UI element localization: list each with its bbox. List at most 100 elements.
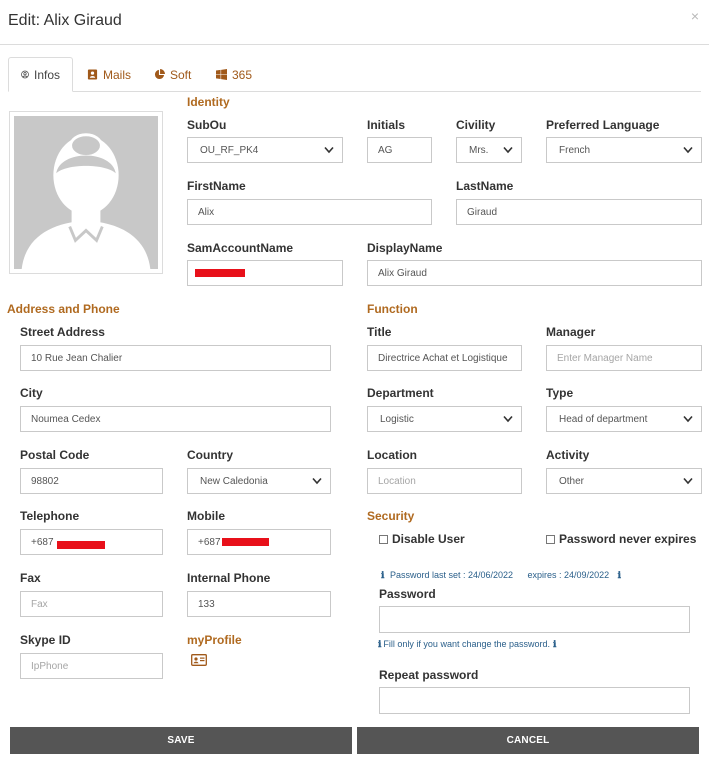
- tab-infos[interactable]: Infos: [8, 57, 73, 92]
- lastname-label: LastName: [456, 179, 514, 193]
- redaction-mark: [57, 541, 105, 549]
- windows-logo-icon: [216, 69, 227, 80]
- info-icon: ℹ: [553, 639, 557, 649]
- street-input[interactable]: 10 Rue Jean Chalier: [20, 345, 331, 371]
- subou-select[interactable]: OU_RF_PK4: [187, 137, 343, 163]
- chevron-down-icon: [324, 146, 334, 154]
- lastname-input[interactable]: Giraud: [456, 199, 702, 225]
- civility-label: Civility: [456, 118, 496, 132]
- location-input[interactable]: Location: [367, 468, 522, 494]
- language-select[interactable]: French: [546, 137, 702, 163]
- cancel-button[interactable]: CANCEL: [357, 727, 699, 754]
- skype-id-label: Skype ID: [20, 633, 71, 647]
- fax-input[interactable]: Fax: [20, 591, 163, 617]
- tab-soft[interactable]: Soft: [142, 57, 203, 92]
- redaction-mark: [195, 269, 245, 277]
- chevron-down-icon: [683, 146, 693, 154]
- subou-value: OU_RF_PK4: [200, 144, 259, 156]
- password-never-expires-label: Password never expires: [559, 532, 697, 546]
- civility-value: Mrs.: [469, 144, 489, 156]
- password-never-expires-checkbox[interactable]: Password never expires: [546, 532, 696, 546]
- firstname-input[interactable]: Alix: [187, 199, 432, 225]
- displayname-input[interactable]: Alix Giraud: [367, 260, 702, 286]
- chevron-down-icon: [683, 415, 693, 423]
- initials-input[interactable]: AG: [367, 137, 432, 163]
- internal-phone-input[interactable]: 133: [187, 591, 331, 617]
- modal-title: Edit: Alix Giraud: [8, 12, 122, 29]
- telephone-label: Telephone: [20, 509, 80, 523]
- password-expires: expires : 24/09/2022: [527, 570, 610, 580]
- section-address-phone: Address and Phone: [7, 302, 120, 316]
- user-placeholder-icon: [14, 116, 158, 269]
- user-circle-icon: [21, 70, 29, 79]
- country-value: New Caledonia: [200, 475, 268, 487]
- tab-365-label: 365: [232, 67, 253, 82]
- pie-chart-icon: [154, 69, 165, 80]
- title-input[interactable]: Directrice Achat et Logistique: [367, 345, 522, 371]
- activity-label: Activity: [546, 448, 590, 462]
- department-select[interactable]: Logistic: [367, 406, 522, 432]
- mobile-label: Mobile: [187, 509, 225, 523]
- info-icon: ℹ: [617, 570, 622, 580]
- country-select[interactable]: New Caledonia: [187, 468, 331, 494]
- repeat-password-input[interactable]: [379, 687, 690, 714]
- contact-card-icon: [87, 69, 98, 80]
- save-button[interactable]: SAVE: [10, 727, 352, 754]
- chevron-down-icon: [683, 477, 693, 485]
- info-icon: ℹ: [378, 639, 382, 649]
- info-icon: ℹ: [381, 570, 385, 580]
- title-label: Title: [367, 325, 392, 339]
- fax-label: Fax: [20, 571, 41, 585]
- close-icon[interactable]: ×: [691, 8, 699, 24]
- tab-mails[interactable]: Mails: [75, 57, 143, 92]
- user-avatar[interactable]: [9, 111, 163, 274]
- department-value: Logistic: [380, 413, 414, 425]
- password-hint: ℹ Fill only if you want change the passwo…: [378, 639, 556, 650]
- disable-user-checkbox[interactable]: Disable User: [379, 532, 465, 546]
- id-card-icon[interactable]: [191, 654, 207, 666]
- tab-365[interactable]: 365: [204, 57, 264, 92]
- city-input[interactable]: Noumea Cedex: [20, 406, 331, 432]
- activity-select[interactable]: Other: [546, 468, 702, 494]
- displayname-label: DisplayName: [367, 241, 443, 255]
- activity-value: Other: [559, 475, 585, 487]
- password-dates-info: ℹ Password last set : 24/06/2022 expires…: [378, 570, 624, 581]
- chevron-down-icon: [503, 146, 513, 154]
- civility-select[interactable]: Mrs.: [456, 137, 522, 163]
- password-input[interactable]: [379, 606, 690, 633]
- subou-label: SubOu: [187, 118, 227, 132]
- language-label: Preferred Language: [546, 118, 660, 132]
- language-value: French: [559, 144, 591, 156]
- disable-user-label: Disable User: [392, 532, 465, 546]
- password-hint-text: Fill only if you want change the passwor…: [383, 639, 551, 649]
- department-label: Department: [367, 386, 434, 400]
- city-label: City: [20, 386, 43, 400]
- myprofile-label: myProfile: [187, 633, 242, 647]
- repeat-password-label: Repeat password: [379, 668, 479, 682]
- tab-mails-label: Mails: [103, 67, 132, 82]
- country-label: Country: [187, 448, 233, 462]
- internal-phone-label: Internal Phone: [187, 571, 271, 585]
- type-label: Type: [546, 386, 574, 400]
- section-identity: Identity: [187, 95, 230, 109]
- section-function: Function: [367, 302, 418, 316]
- redaction-mark: [222, 538, 269, 546]
- manager-label: Manager: [546, 325, 596, 339]
- type-select[interactable]: Head of department: [546, 406, 702, 432]
- type-value: Head of department: [559, 413, 648, 425]
- initials-label: Initials: [367, 118, 406, 132]
- modal-header: Edit: Alix Giraud ×: [0, 0, 709, 45]
- firstname-label: FirstName: [187, 179, 246, 193]
- postal-code-input[interactable]: 98802: [20, 468, 163, 494]
- password-last-set: Password last set : 24/06/2022: [389, 570, 514, 580]
- manager-input[interactable]: Enter Manager Name: [546, 345, 702, 371]
- tab-infos-label: Infos: [33, 67, 60, 82]
- street-label: Street Address: [20, 325, 105, 339]
- location-label: Location: [367, 448, 417, 462]
- postal-code-label: Postal Code: [20, 448, 90, 462]
- checkbox-box: [379, 534, 388, 544]
- tab-soft-label: Soft: [170, 67, 192, 82]
- chevron-down-icon: [503, 415, 513, 423]
- skype-id-input[interactable]: IpPhone: [20, 653, 163, 679]
- section-security: Security: [367, 509, 415, 523]
